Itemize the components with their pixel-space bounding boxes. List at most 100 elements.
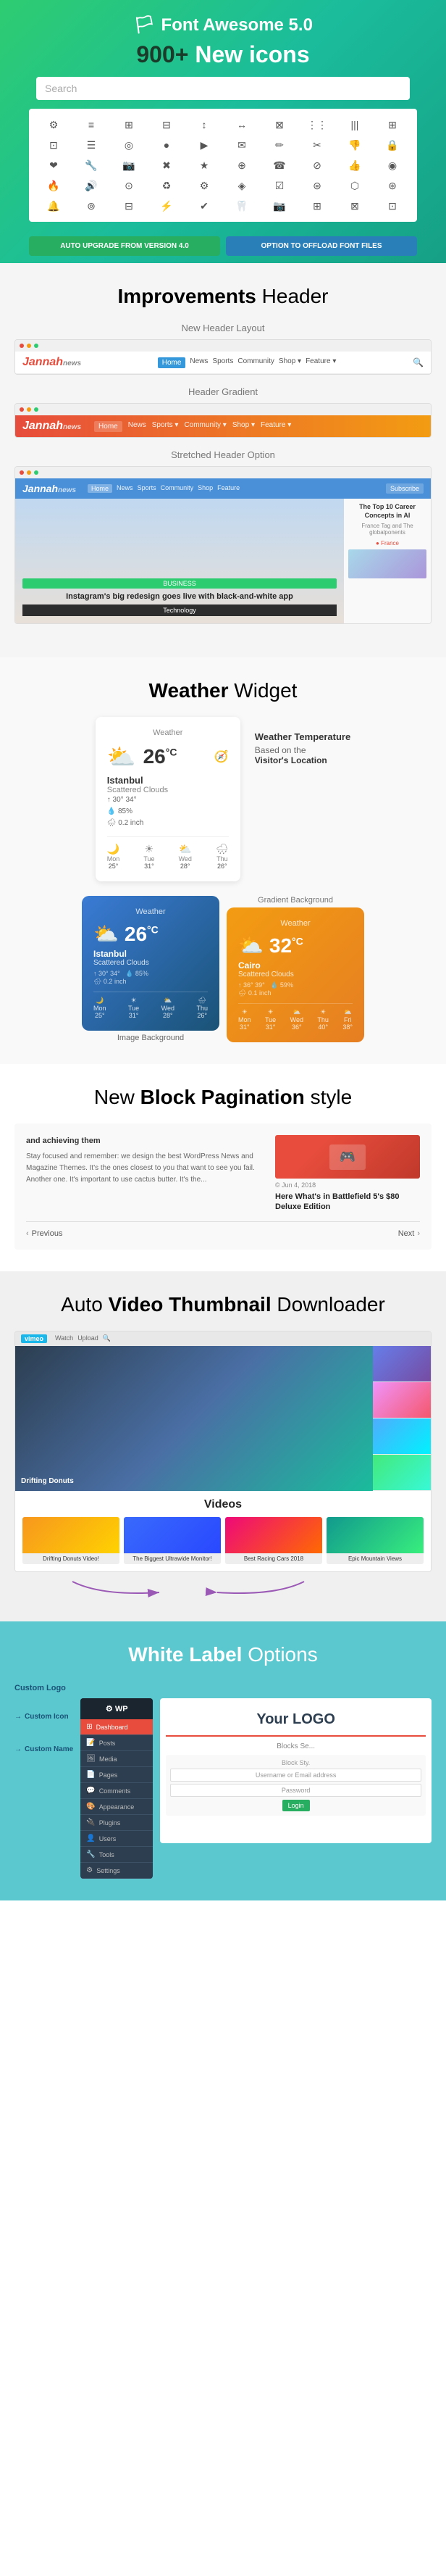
wl-item-pages[interactable]: 📄 Pages (80, 1767, 153, 1783)
icon-cell: ✂ (300, 136, 334, 154)
video-item-2[interactable]: The Biggest Ultrawide Monitor! (124, 1517, 221, 1565)
snav-feature[interactable]: Feature (217, 484, 240, 493)
video-item-1[interactable]: Drifting Donuts Video! (22, 1517, 119, 1565)
side-thumb-1[interactable] (373, 1346, 431, 1382)
gnav-news[interactable]: News (128, 421, 146, 432)
jannah-logo: Jannahnews (22, 356, 81, 369)
pagination-title: New Block Pagination style (14, 1086, 432, 1109)
video-demo: vimeo Watch Upload 🔍 Drifting Donuts Vid… (14, 1331, 432, 1573)
side-thumb-3[interactable] (373, 1418, 431, 1455)
stretched-content: BUSINESS Instagram's big redesign goes l… (15, 499, 431, 623)
article-link[interactable]: Here What's in Battlefield 5's $80 Delux… (275, 1192, 420, 1213)
snav-sports[interactable]: Sports (138, 484, 156, 493)
jannah-logo-gradient: Jannahnews (22, 420, 81, 433)
gnav-shop[interactable]: Shop ▾ (232, 421, 255, 432)
video-inner-section: Videos Drifting Donuts Video! The Bigges… (15, 1491, 431, 1572)
wl-item-tools[interactable]: 🔧 Tools (80, 1847, 153, 1863)
video-item-3[interactable]: Best Racing Cars 2018 (225, 1517, 322, 1565)
gnav-community[interactable]: Community ▾ (184, 421, 226, 432)
weather-card-title: Weather (107, 728, 229, 737)
dot-green-3 (34, 470, 38, 475)
weather-title: Weather Widget (14, 679, 432, 702)
wl-login-btn[interactable]: Login (282, 1800, 310, 1811)
vnav-watch[interactable]: Watch (55, 1334, 73, 1342)
fo-tue: ☀Tue31° (265, 1008, 276, 1031)
gnav-feature[interactable]: Feature ▾ (261, 421, 291, 432)
vnav-search[interactable]: 🔍 (103, 1334, 111, 1342)
forecast-icon-wed: ⛅ (179, 843, 192, 855)
icon-cell: ⊚ (74, 197, 109, 215)
snav-shop[interactable]: Shop (198, 484, 213, 493)
nav-item-shop[interactable]: Shop ▾ (279, 357, 301, 368)
dot-green-2 (34, 407, 38, 412)
wl-item-appearance[interactable]: 🎨 Appearance (80, 1799, 153, 1815)
snav-news[interactable]: News (117, 484, 133, 493)
gradient-label: Header Gradient (14, 386, 432, 397)
gnav-sports[interactable]: Sports ▾ (152, 421, 179, 432)
fa-section: 🏳 Font Awesome 5.0 900+ New icons Search… (0, 0, 446, 263)
wl-item-settings[interactable]: ⚙ Settings (80, 1863, 153, 1879)
forecast-orange: ☀Mon31° ☀Tue31° ⛅Wed36° ☀Thu40° ⛅Fri38° (238, 1003, 353, 1031)
wl-password-input[interactable]: Password (170, 1784, 421, 1797)
wl-item-plugins[interactable]: 🔌 Plugins (80, 1815, 153, 1831)
icon-cell: ⊘ (300, 157, 334, 174)
pagination-text-body: Stay focused and remember: we design the… (26, 1151, 266, 1186)
prev-btn[interactable]: ‹ Previous (26, 1229, 62, 1238)
browser-bar-2 (15, 404, 431, 415)
icon-cell: ◈ (224, 177, 259, 194)
next-arrow-icon: › (417, 1229, 420, 1238)
sidebar-tag: ● France (348, 540, 426, 547)
wl-item-posts[interactable]: 📝 Posts (80, 1735, 153, 1751)
gnav-home[interactable]: Home (94, 421, 122, 432)
subscribe-btn[interactable]: Subscribe (386, 483, 424, 494)
whitelabel-section: White Label Options Custom Logo → Custom… (0, 1621, 446, 1900)
weather-gradient-row: Weather ⛅ 26°C Istanbul Scattered Clouds… (14, 896, 432, 1042)
nav-item-sports[interactable]: Sports (212, 357, 233, 368)
wl-item-media[interactable]: 🖼 Media (80, 1751, 153, 1767)
fa-search-box[interactable]: Search (36, 77, 410, 100)
snav-community[interactable]: Community (161, 484, 194, 493)
icon-cell: ◎ (112, 136, 146, 154)
wl-your-logo: Your LOGO (166, 1704, 426, 1737)
icon-cell: ⊟ (112, 197, 146, 215)
wl-username-input[interactable]: Username or Email address (170, 1769, 421, 1782)
wl-item-users[interactable]: 👤 Users (80, 1831, 153, 1847)
search-icon-header[interactable]: 🔍 (413, 357, 424, 367)
icon-cell: ⬡ (337, 177, 372, 194)
icon-cell: ✔ (187, 197, 222, 215)
forecast-wed: ⛅ Wed 28° (179, 843, 192, 870)
nav-item-news[interactable]: News (190, 357, 208, 368)
vtitle-1: Drifting Donuts Video! (22, 1553, 119, 1565)
posts-icon: 📝 (86, 1739, 95, 1747)
fb-mon: 🌙Mon25° (93, 997, 106, 1019)
wl-demo: → Custom Icon → Custom Name ⚙ WP ⊞ Dashb… (14, 1698, 432, 1879)
city-orange: Cairo (238, 960, 353, 971)
icon-cell: 📷 (262, 197, 297, 215)
weather-orange-row: ⛅ 32°C (238, 934, 353, 957)
dot-red (20, 344, 24, 348)
next-btn[interactable]: Next › (398, 1229, 420, 1238)
icon-cell: ☑ (262, 177, 297, 194)
nav-item-home[interactable]: Home (158, 357, 186, 368)
dot-red-3 (20, 470, 24, 475)
details-orange: ↑ 36° 39° 💧 59%🌧 0.1 inch (238, 981, 353, 997)
fa-upgrade-btn[interactable]: AUTO UPGRADE FROM VERSION 4.0 (29, 236, 220, 256)
fa-offload-btn[interactable]: OPTION TO OFFLOAD FONT FILES (226, 236, 417, 256)
wl-item-comments[interactable]: 💬 Comments (80, 1783, 153, 1799)
snav-home[interactable]: Home (88, 484, 112, 493)
dot-yellow-3 (27, 470, 31, 475)
nav-item-community[interactable]: Community (237, 357, 274, 368)
vtitle-4: Epic Mountain Views (327, 1553, 424, 1565)
video-big-thumb[interactable]: Drifting Donuts (15, 1346, 373, 1491)
pagination-text-heading: and achieving them (26, 1135, 266, 1148)
icon-cell: ☎ (262, 157, 297, 174)
nav-item-feature[interactable]: Feature ▾ (306, 357, 336, 368)
icon-cell: ⊟ (149, 116, 184, 133)
wl-item-dashboard[interactable]: ⊞ Dashboard (80, 1719, 153, 1735)
fa-title: 🏳 Font Awesome 5.0 (22, 14, 424, 36)
video-item-4[interactable]: Epic Mountain Views (327, 1517, 424, 1565)
side-thumb-2[interactable] (373, 1382, 431, 1418)
icon-cell: ♻ (149, 177, 184, 194)
side-thumb-4[interactable] (373, 1455, 431, 1491)
vnav-upload[interactable]: Upload (77, 1334, 98, 1342)
